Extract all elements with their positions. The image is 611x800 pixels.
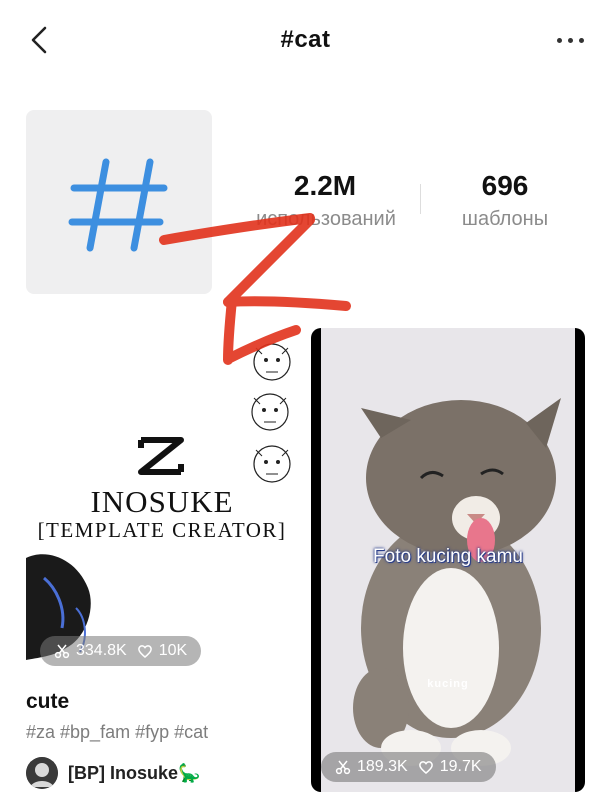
author-link[interactable]: [BP] Inosuke🦕 — [26, 757, 200, 789]
creator-name: INOSUKE — [90, 484, 234, 519]
dot-icon — [567, 37, 573, 43]
capcut-logo-icon — [138, 437, 184, 475]
likes-count: 10K — [158, 642, 188, 659]
uses-count: 189.3K — [357, 758, 408, 775]
templates-count: 696 — [481, 170, 529, 201]
template-stats-badge: 189.3K 19.7K — [321, 752, 496, 782]
more-options-button[interactable] — [548, 28, 592, 52]
uses-count: 2.2M — [293, 170, 357, 201]
hashtag-tile — [26, 110, 212, 294]
template-stats-badge: 334.8K 10K — [40, 636, 202, 666]
uses-count: 334.8K — [76, 642, 127, 659]
heart-icon — [137, 645, 152, 658]
scissors-icon — [335, 760, 351, 775]
likes-count: 19.7K — [439, 758, 482, 775]
scissors-icon — [54, 644, 70, 659]
page-title: #cat — [280, 26, 331, 53]
heart-icon — [418, 761, 433, 774]
mascot-faces-icon — [251, 343, 291, 483]
dot-icon — [556, 37, 562, 43]
stat-divider — [420, 184, 421, 214]
overlay-label: kucing — [427, 678, 469, 690]
avatar-image — [26, 757, 58, 789]
hashtag-icon — [68, 158, 168, 252]
dot-icon — [578, 37, 584, 43]
templates-label: шаблоны — [461, 208, 549, 230]
avatar — [26, 757, 58, 789]
template-tags: #za #bp_fam #fyp #cat — [26, 722, 209, 742]
template-card-kitten[interactable]: Foto kucing kamu kucing 189.3K 19.7K — [311, 328, 585, 792]
uses-label: использований — [256, 208, 396, 230]
creator-role: [TEMPLATE CREATOR] — [37, 518, 287, 542]
overlay-caption: Foto kucing kamu — [373, 546, 523, 567]
template-title: cute — [26, 690, 70, 713]
author-name: [BP] Inosuke🦕 — [68, 762, 201, 783]
